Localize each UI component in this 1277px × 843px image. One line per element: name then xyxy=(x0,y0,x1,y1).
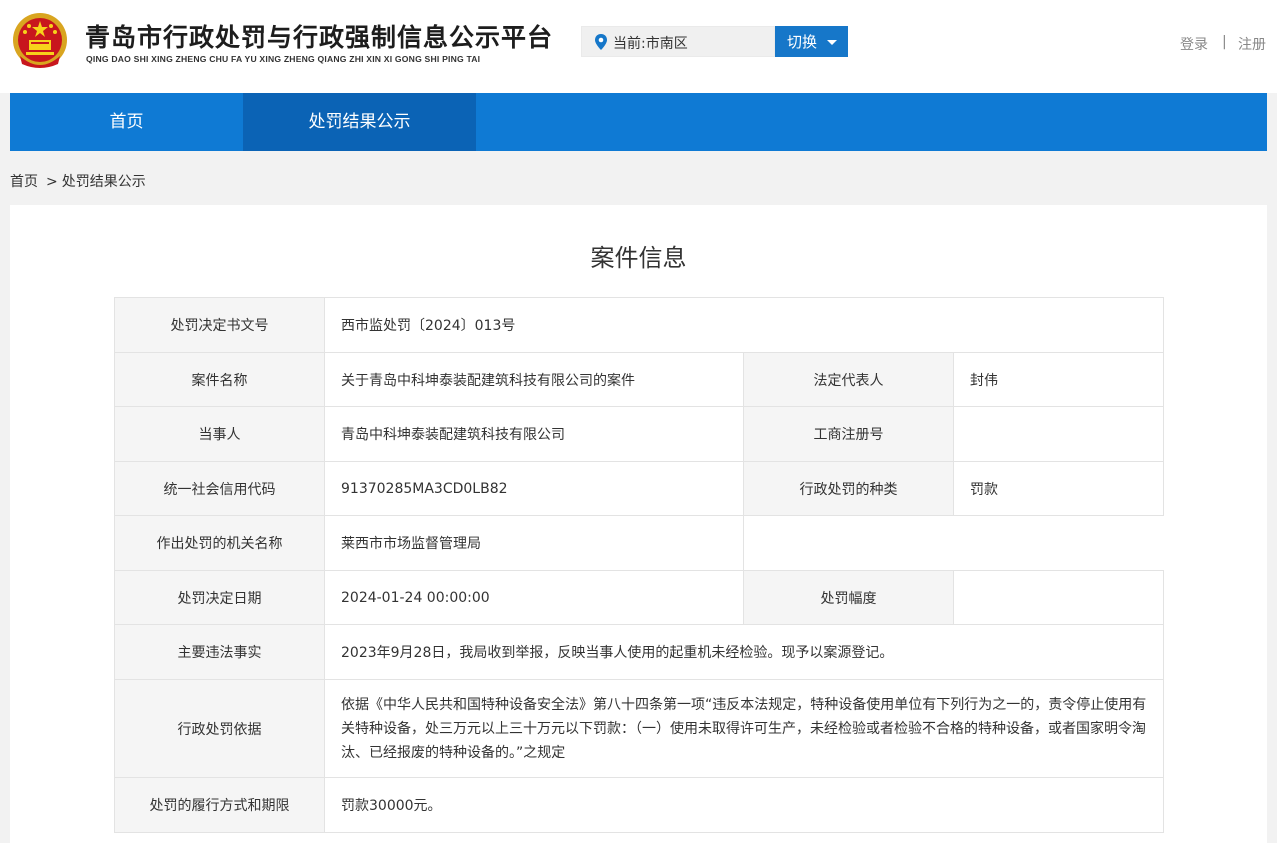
location-pin-icon xyxy=(595,34,607,50)
table-row: 行政处罚依据 依据《中华人民共和国特种设备安全法》第八十四条第一项“违反本法规定… xyxy=(114,679,1165,778)
current-location: 当前:市南区 xyxy=(581,26,775,57)
credit-code-value: 91370285MA3CD0LB82 xyxy=(324,461,744,516)
party-label: 当事人 xyxy=(114,406,325,462)
table-row: 处罚决定日期 2024-01-24 00:00:00 处罚幅度 xyxy=(114,570,1165,625)
case-name-label: 案件名称 xyxy=(114,352,325,407)
decision-date-label: 处罚决定日期 xyxy=(114,570,325,625)
breadcrumb-home[interactable]: 首页 xyxy=(10,174,38,190)
register-link[interactable]: 注册 xyxy=(1238,34,1266,54)
penalty-range-label: 处罚幅度 xyxy=(743,570,954,625)
location-text: 当前:市南区 xyxy=(613,36,688,52)
breadcrumb-current: 处罚结果公示 xyxy=(61,174,146,190)
legal-rep-label: 法定代表人 xyxy=(743,352,954,407)
performance-label: 处罚的履行方式和期限 xyxy=(114,777,325,833)
facts-label: 主要违法事实 xyxy=(114,624,325,680)
main-nav: 首页 处罚结果公示 xyxy=(10,93,1267,151)
nav-home[interactable]: 首页 xyxy=(10,93,243,151)
biz-reg-label: 工商注册号 xyxy=(743,406,954,462)
case-info-table: 处罚决定书文号 西市监处罚〔2024〕013号 案件名称 关于青岛中科坤泰装配建… xyxy=(114,297,1165,833)
authority-value: 莱西市市场监督管理局 xyxy=(324,515,744,571)
case-panel: 案件信息 处罚决定书文号 西市监处罚〔2024〕013号 案件名称 关于青岛中科… xyxy=(10,205,1267,843)
penalty-type-label: 行政处罚的种类 xyxy=(743,461,954,516)
site-subtitle: QING DAO SHI XING ZHENG CHU FA YU XING Z… xyxy=(86,54,481,64)
table-row: 处罚决定书文号 西市监处罚〔2024〕013号 xyxy=(114,297,1165,353)
page-title: 案件信息 xyxy=(590,244,687,272)
switch-location-button[interactable]: 切换 xyxy=(775,26,848,57)
penalty-range-value xyxy=(952,570,1165,625)
party-value: 青岛中科坤泰装配建筑科技有限公司 xyxy=(324,406,744,462)
table-row: 处罚的履行方式和期限 罚款30000元。 xyxy=(114,777,1165,833)
performance-value: 罚款30000元。 xyxy=(323,777,1165,833)
decision-no-value: 西市监处罚〔2024〕013号 xyxy=(323,297,1165,353)
site-header: 青岛市行政处罚与行政强制信息公示平台 QING DAO SHI XING ZHE… xyxy=(0,0,1277,93)
facts-value: 2023年9月28日，我局收到举报，反映当事人使用的起重机未经检验。现予以案源登… xyxy=(323,624,1165,680)
breadcrumb: 首页 > 处罚结果公示 xyxy=(10,171,146,191)
site-title: 青岛市行政处罚与行政强制信息公示平台 xyxy=(85,23,554,52)
empty-cell xyxy=(742,515,1164,571)
basis-value: 依据《中华人民共和国特种设备安全法》第八十四条第一项“违反本法规定，特种设备使用… xyxy=(323,679,1165,778)
table-row: 当事人 青岛中科坤泰装配建筑科技有限公司 工商注册号 xyxy=(114,406,1165,462)
decision-date-value: 2024-01-24 00:00:00 xyxy=(324,570,744,625)
case-name-value: 关于青岛中科坤泰装配建筑科技有限公司的案件 xyxy=(324,352,744,407)
table-row: 案件名称 关于青岛中科坤泰装配建筑科技有限公司的案件 法定代表人 封伟 xyxy=(114,352,1165,407)
table-row: 主要违法事实 2023年9月28日，我局收到举报，反映当事人使用的起重机未经检验… xyxy=(114,624,1165,680)
caret-down-icon xyxy=(827,40,837,45)
authority-label: 作出处罚的机关名称 xyxy=(114,515,325,571)
legal-rep-value: 封伟 xyxy=(952,352,1165,407)
switch-label: 切换 xyxy=(787,34,818,51)
basis-label: 行政处罚依据 xyxy=(114,679,325,778)
nav-penalty-results[interactable]: 处罚结果公示 xyxy=(243,93,476,151)
table-row: 统一社会信用代码 91370285MA3CD0LB82 行政处罚的种类 罚款 xyxy=(114,461,1165,516)
breadcrumb-separator: > xyxy=(46,174,58,190)
header-separator: | xyxy=(1222,34,1227,50)
credit-code-label: 统一社会信用代码 xyxy=(114,461,325,516)
national-emblem-icon xyxy=(13,13,67,68)
decision-no-label: 处罚决定书文号 xyxy=(114,297,325,353)
table-row: 作出处罚的机关名称 莱西市市场监督管理局 xyxy=(114,515,1164,571)
biz-reg-value xyxy=(952,406,1165,462)
penalty-type-value: 罚款 xyxy=(952,461,1165,516)
login-link[interactable]: 登录 xyxy=(1180,34,1208,54)
